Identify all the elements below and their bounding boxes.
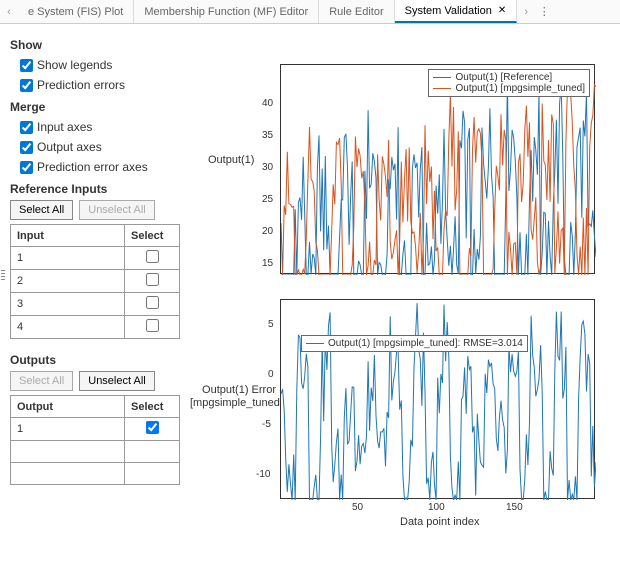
tab-rule-editor[interactable]: Rule Editor [319, 0, 394, 23]
outputs-section-title: Outputs [10, 353, 190, 367]
tab-bar: ‹ e System (FIS) Plot Membership Functio… [0, 0, 620, 24]
outputs-unselect-all-button[interactable]: Unselect All [79, 371, 154, 391]
table-row: 1 [11, 418, 180, 441]
panel-resize-handle[interactable] [0, 255, 5, 295]
tab-scroll-left[interactable]: ‹ [0, 6, 18, 18]
refinput-1-checkbox[interactable] [146, 250, 159, 263]
kebab-icon[interactable]: ⋮ [535, 5, 553, 18]
merge-error-axes-checkbox[interactable] [20, 161, 33, 174]
show-section-title: Show [10, 38, 190, 52]
tab-mf-editor[interactable]: Membership Function (MF) Editor [134, 0, 319, 23]
refinput-3-checkbox[interactable] [146, 296, 159, 309]
merge-output-axes-checkbox[interactable] [20, 141, 33, 154]
prediction-errors-label: Prediction errors [37, 76, 125, 94]
outputs-col-output: Output [11, 396, 125, 418]
tab-system-validation[interactable]: System Validation ✕ [395, 0, 518, 23]
refinput-4-checkbox[interactable] [146, 319, 159, 332]
prediction-errors-checkbox[interactable] [20, 79, 33, 92]
refinputs-select-all-button[interactable]: Select All [10, 200, 73, 220]
merge-output-axes-label: Output axes [37, 138, 102, 156]
merge-section-title: Merge [10, 100, 190, 114]
table-row: 2 [11, 270, 180, 293]
outputs-col-select: Select [125, 396, 180, 418]
refinputs-section-title: Reference Inputs [10, 182, 190, 196]
error-plot-svg [281, 300, 596, 500]
top-ylabel: Output(1) [208, 154, 254, 167]
plots-area: Output(1) Output(1) [Reference] Output(1… [200, 24, 620, 575]
merge-input-axes-checkbox[interactable] [20, 121, 33, 134]
table-row: 1 [11, 247, 180, 270]
refinputs-table: InputSelect 1 2 3 4 [10, 224, 180, 339]
merge-input-axes-label: Input axes [37, 118, 92, 136]
show-legends-label: Show legends [37, 56, 112, 74]
bottom-ylabel: Output(1) Error[mpgsimple_tuned] [190, 384, 276, 410]
xlabel: Data point index [400, 516, 480, 528]
outputs-table: OutputSelect 1 [10, 395, 180, 485]
table-row [11, 463, 180, 485]
table-row: 4 [11, 316, 180, 339]
bottom-legend[interactable]: Output(1) [mpgsimple_tuned]: RMSE=3.014 [301, 335, 528, 352]
tab-fis-plot[interactable]: e System (FIS) Plot [18, 0, 134, 23]
output-1-checkbox[interactable] [146, 421, 159, 434]
refinputs-col-input: Input [11, 225, 125, 247]
outputs-select-all-button: Select All [10, 371, 73, 391]
error-plot[interactable]: Output(1) [mpgsimple_tuned]: RMSE=3.014 [280, 299, 595, 499]
table-row: 3 [11, 293, 180, 316]
refinputs-col-select: Select [125, 225, 180, 247]
options-panel: Show Show legends Prediction errors Merg… [0, 24, 200, 575]
output-plot[interactable]: Output(1) [Reference] Output(1) [mpgsimp… [280, 64, 595, 274]
top-legend[interactable]: Output(1) [Reference] Output(1) [mpgsimp… [428, 69, 590, 97]
refinput-2-checkbox[interactable] [146, 273, 159, 286]
table-row [11, 441, 180, 463]
refinputs-unselect-all-button: Unselect All [79, 200, 154, 220]
tab-scroll-right[interactable]: › [517, 6, 535, 18]
show-legends-checkbox[interactable] [20, 59, 33, 72]
merge-error-axes-label: Prediction error axes [37, 158, 148, 176]
close-icon[interactable]: ✕ [498, 5, 506, 16]
